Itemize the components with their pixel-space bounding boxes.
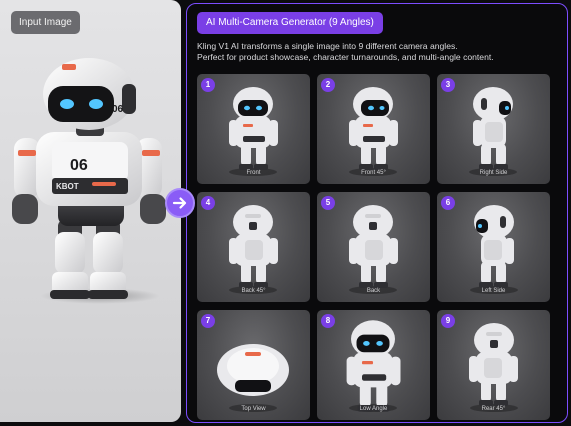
generator-title: AI Multi-Camera Generator (9 Angles) — [197, 12, 383, 34]
angle-tile-top-view[interactable]: 7 Top View — [197, 310, 310, 420]
robot-render-image — [229, 87, 278, 176]
angle-tile-back[interactable]: 5 Back — [317, 192, 430, 302]
angle-tile-rear-45[interactable]: 9 Rear 45° — [437, 310, 550, 420]
robot-render-image — [349, 205, 398, 294]
angle-label: Front — [246, 170, 261, 176]
angle-tile-left-side[interactable]: 6 Left Side — [437, 192, 550, 302]
robot-render-image — [470, 205, 518, 294]
angle-label: Back — [366, 288, 381, 294]
angle-number-badge: 1 — [201, 78, 215, 92]
robot-render-image — [217, 344, 289, 412]
angle-number-badge: 8 — [321, 314, 335, 328]
angle-label: Back 45° — [241, 288, 266, 294]
input-image-panel: 06 KBOT 06 Input Image — [0, 0, 181, 422]
generator-panel: AI Multi-Camera Generator (9 Angles) Kli… — [186, 3, 568, 423]
angle-label: Left Side — [481, 288, 506, 294]
angle-number-badge: 4 — [201, 196, 215, 210]
angle-label: Right Side — [479, 170, 508, 176]
angle-tile-low-angle[interactable]: 8 Low Angle — [317, 310, 430, 420]
angle-number-badge: 9 — [441, 314, 455, 328]
angle-number-badge: 3 — [441, 78, 455, 92]
angle-tile-right-side[interactable]: 3 Right Side — [437, 74, 550, 184]
arrow-right-icon — [165, 188, 195, 218]
robot-render-image — [349, 87, 398, 176]
angle-number-badge: 7 — [201, 314, 215, 328]
robot-render-image — [469, 87, 517, 176]
angle-number-badge: 5 — [321, 196, 335, 210]
description-line: Perfect for product showcase, character … — [197, 52, 494, 62]
robot-render-image — [229, 205, 278, 294]
angle-tile-front[interactable]: 1 Front — [197, 74, 310, 184]
angle-number-badge: 6 — [441, 196, 455, 210]
input-image-label: Input Image — [11, 11, 80, 34]
robot-render-image — [346, 320, 401, 412]
angle-grid: 1 Front 2 Front 45° 3 Right Side 4 Back … — [197, 74, 565, 420]
input-robot-image: 06 KBOT 06 — [12, 58, 166, 299]
angle-label: Front 45° — [361, 170, 386, 176]
angle-label: Rear 45° — [481, 406, 506, 412]
robot-render-image — [469, 323, 518, 412]
angle-tile-back-45[interactable]: 4 Back 45° — [197, 192, 310, 302]
belt-label: KBOT — [56, 182, 79, 191]
generator-description: Kling V1 AI transforms a single image in… — [197, 41, 562, 63]
angle-number-badge: 2 — [321, 78, 335, 92]
angle-label: Top View — [241, 406, 266, 412]
angle-tile-front-45[interactable]: 2 Front 45° — [317, 74, 430, 184]
description-line: Kling V1 AI transforms a single image in… — [197, 41, 458, 51]
chest-number: 06 — [70, 157, 88, 174]
angle-label: Low Angle — [359, 406, 388, 412]
